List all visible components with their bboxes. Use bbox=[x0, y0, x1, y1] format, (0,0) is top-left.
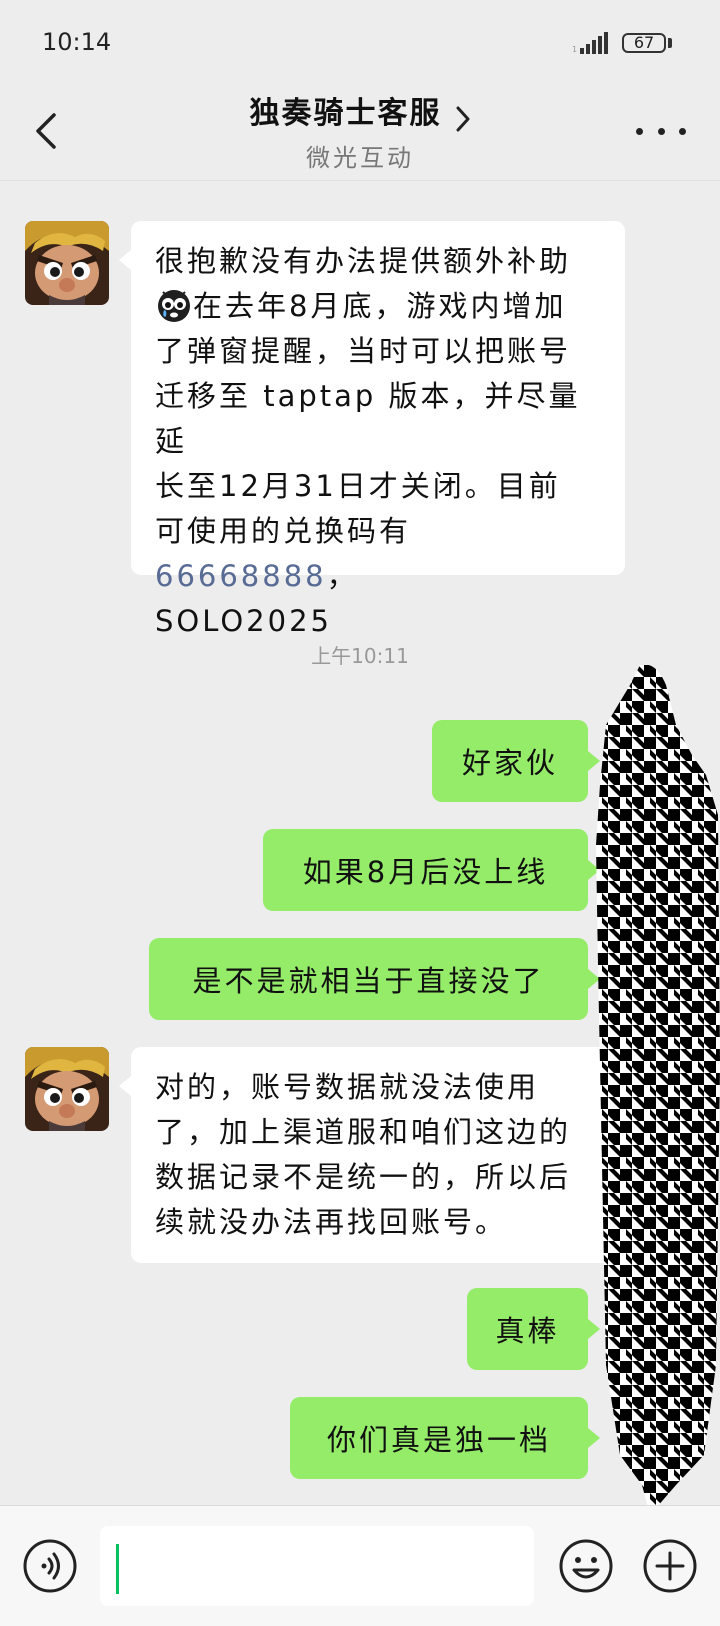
message-text: 好家伙 bbox=[461, 746, 558, 780]
message-bubble-outgoing[interactable]: 是不是就相当于直接没了 bbox=[149, 938, 588, 1020]
message-line: 对的，账号数据就没法使用 bbox=[155, 1070, 540, 1104]
message-line: 长至12月31日才关闭。目前 bbox=[155, 469, 561, 503]
crying-face-emoji bbox=[158, 290, 190, 322]
voice-button[interactable] bbox=[22, 1538, 78, 1594]
voice-icon bbox=[23, 1539, 77, 1593]
message-line: 很抱歉没有办法提供额外补助 bbox=[155, 244, 572, 278]
message-text: 真棒 bbox=[495, 1314, 560, 1348]
message-line: 在去年8月底，游戏内增加 bbox=[155, 284, 601, 329]
chat-title-button[interactable]: 独奏骑士客服 bbox=[0, 88, 720, 133]
plus-icon bbox=[643, 1539, 697, 1593]
message-input[interactable] bbox=[100, 1526, 534, 1606]
more-dot bbox=[657, 127, 665, 135]
battery-icon: 67 bbox=[622, 33, 666, 53]
redeem-code-link[interactable]: 66668888 bbox=[155, 559, 327, 593]
message-line: 可使用的兑换码有 66668888， bbox=[155, 509, 601, 599]
chat-header: 独奏骑士客服 微光互动 bbox=[0, 80, 720, 181]
more-dots-icon bbox=[636, 127, 643, 135]
message-bubble-outgoing[interactable]: 好家伙 bbox=[432, 720, 588, 802]
message-line: SOLO2025 bbox=[155, 604, 332, 638]
message-line: 续就没办法再找回账号。 bbox=[155, 1205, 508, 1239]
chat-title: 独奏骑士客服 bbox=[249, 96, 442, 131]
message-bubble-outgoing[interactable]: 如果8月后没上线 bbox=[263, 829, 588, 911]
emoji-button[interactable] bbox=[558, 1538, 614, 1594]
text-caret bbox=[116, 1544, 119, 1594]
emoji-icon bbox=[559, 1539, 613, 1593]
message-bubble-outgoing[interactable]: 你们真是独一档 bbox=[290, 1397, 588, 1479]
plus-button[interactable] bbox=[642, 1538, 698, 1594]
svg-text:1: 1 bbox=[572, 45, 577, 54]
avatar-image bbox=[25, 221, 109, 305]
redaction-overlay bbox=[596, 665, 720, 1515]
message-text: 如果8月后没上线 bbox=[302, 855, 549, 889]
message-bubble-outgoing[interactable]: 真棒 bbox=[467, 1288, 588, 1370]
message-text: 是不是就相当于直接没了 bbox=[192, 964, 545, 998]
service-avatar[interactable] bbox=[25, 1047, 109, 1131]
message-text: 可使用的兑换码有 bbox=[155, 514, 412, 548]
message-text: ， bbox=[326, 559, 359, 593]
chat-subtitle: 微光互动 bbox=[306, 144, 414, 172]
input-bar bbox=[0, 1505, 720, 1626]
message-bubble-incoming[interactable]: 很抱歉没有办法提供额外补助 在去年8月底，游戏内增加 了弹窗提醒，当时可以把账号… bbox=[131, 221, 625, 638]
service-avatar[interactable] bbox=[25, 221, 109, 305]
message-text: 你们真是独一档 bbox=[326, 1423, 551, 1457]
message-line: 了，加上渠道服和咱们这边的 bbox=[155, 1115, 572, 1149]
chevron-right-icon bbox=[456, 106, 470, 131]
message-line: 数据记录不是统一的，所以后 bbox=[155, 1160, 572, 1194]
message-line: 了弹窗提醒，当时可以把账号 bbox=[155, 334, 572, 368]
avatar-image bbox=[25, 1047, 109, 1131]
battery-tip bbox=[668, 38, 672, 48]
message-bubble-incoming[interactable]: 对的，账号数据就没法使用 了，加上渠道服和咱们这边的 数据记录不是统一的，所以后… bbox=[131, 1047, 625, 1263]
more-button[interactable] bbox=[636, 116, 686, 146]
status-time: 10:14 bbox=[42, 28, 112, 56]
message-line: 迁移至 taptap 版本，并尽量延 bbox=[155, 379, 581, 458]
message-text: 在去年8月底，游戏内增加 bbox=[193, 289, 567, 323]
status-bar: 10:14 1 67 bbox=[0, 0, 720, 80]
bubble-tail bbox=[119, 1076, 131, 1096]
signal-icon: 1 bbox=[572, 32, 608, 54]
more-dot bbox=[679, 127, 686, 135]
bubble-tail bbox=[119, 250, 131, 270]
